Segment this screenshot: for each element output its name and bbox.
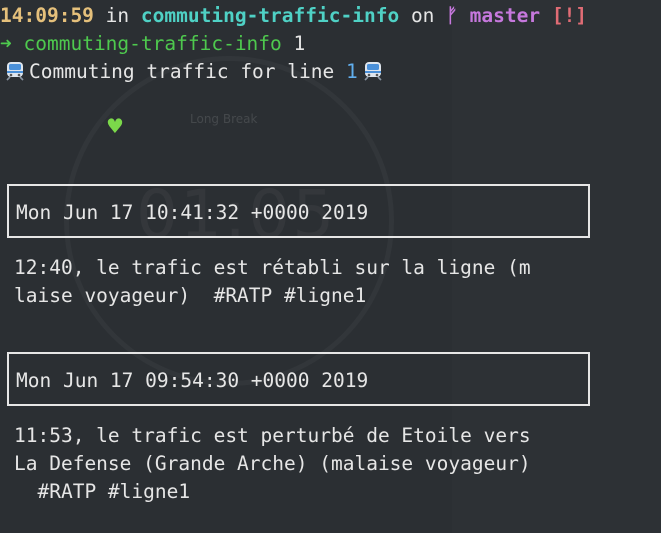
entry-message: 11:53, le trafic est perturbé de Etoile … — [14, 422, 531, 506]
shell-prompt: 14:09:59 in commuting-traffic-info on ᚠ … — [0, 2, 587, 30]
prompt-on-word: on — [410, 4, 435, 27]
entry-message-line: 12:40, le trafic est rétabli sur la lign… — [14, 256, 531, 279]
entry-date-box: Mon Jun 17 10:41:32 +0000 2019 — [7, 184, 590, 238]
entry-message: 12:40, le trafic est rétabli sur la lign… — [14, 254, 531, 310]
entry-date-box: Mon Jun 17 09:54:30 +0000 2019 — [7, 352, 590, 406]
train-icon — [364, 62, 382, 81]
train-icon — [6, 62, 24, 81]
output-header-text: Commuting traffic for line — [29, 60, 335, 83]
prompt-arrow-icon: ➜ — [0, 32, 12, 55]
prompt-directory: commuting-traffic-info — [140, 4, 400, 27]
entry-message-line: #RATP #ligne1 — [14, 480, 191, 503]
green-heart-icon: ♥ — [106, 114, 124, 138]
entry-date: Mon Jun 17 10:41:32 +0000 2019 — [16, 201, 369, 224]
prompt-time: 14:09:59 — [0, 4, 94, 27]
prompt-branch: master — [469, 4, 541, 27]
command-line[interactable]: ➜ commuting-traffic-info 1 — [0, 30, 305, 58]
prompt-git-status: [!] — [551, 4, 588, 27]
git-branch-icon: ᚠ — [446, 4, 458, 27]
entry-date: Mon Jun 17 09:54:30 +0000 2019 — [16, 369, 369, 392]
command-argument: 1 — [293, 32, 306, 55]
command-directory: commuting-traffic-info — [23, 32, 282, 55]
entry-message-line: La Defense (Grande Arche) (malaise voyag… — [14, 452, 531, 475]
wallpaper-timer-label: Long Break — [190, 112, 258, 126]
prompt-in-word: in — [105, 4, 130, 27]
output-header: Commuting traffic for line 1 — [0, 58, 387, 86]
entry-message-line: laise voyageur) #RATP #ligne1 — [14, 284, 367, 307]
entry-message-line: 11:53, le trafic est perturbé de Etoile … — [14, 424, 531, 447]
output-header-line-number: 1 — [346, 60, 358, 83]
